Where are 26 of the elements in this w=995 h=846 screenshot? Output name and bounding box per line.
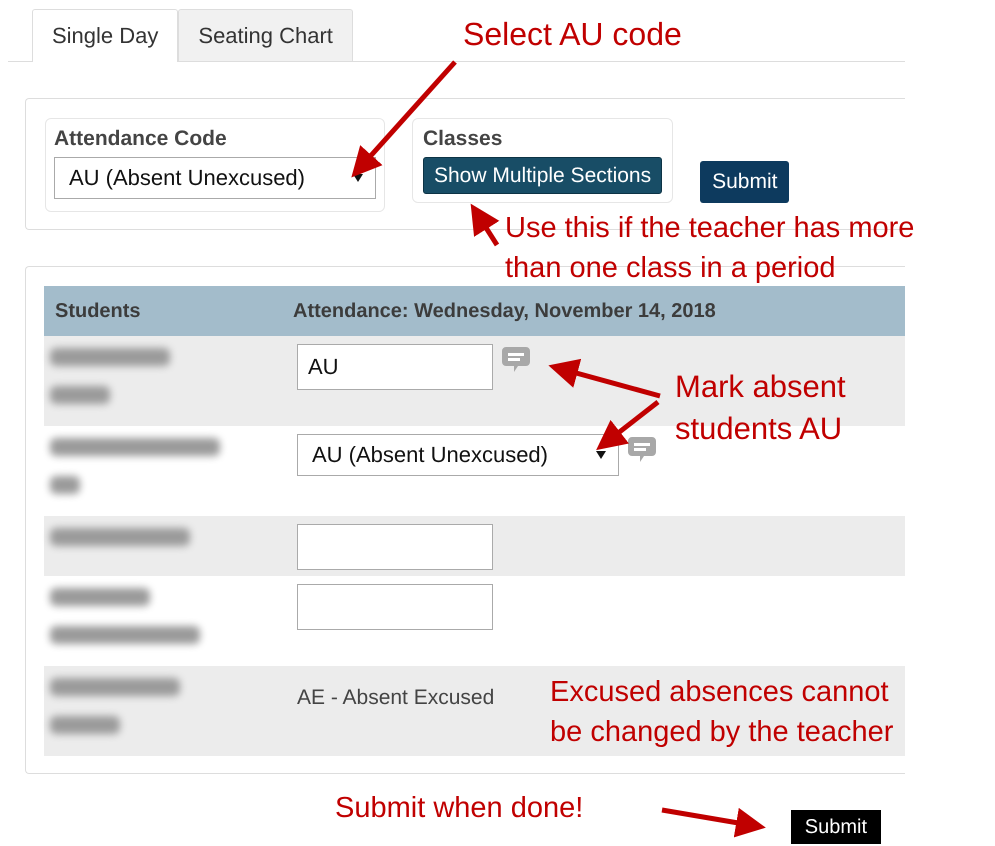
column-header: Attendance: Wednesday, November 14, 2018: [293, 300, 716, 322]
annotation-text: Use this if the teacher has more than one class in a period: [505, 211, 914, 286]
caret-icon: [353, 174, 363, 182]
annotation-text: Submit when done!: [335, 791, 584, 826]
arrow: [470, 204, 500, 246]
arrow: [596, 400, 660, 450]
attendance-input[interactable]: [297, 584, 493, 630]
column-header: Students: [54, 300, 142, 322]
tab[interactable]: Single Day: [32, 9, 178, 62]
tab[interactable]: Seating Chart: [178, 9, 353, 61]
annotation-text: Excused absences cannot be changed by the teacher: [550, 675, 894, 750]
show-sections-button[interactable]: Show Multiple Sections: [423, 157, 662, 194]
field-label: Attendance Code: [54, 127, 228, 151]
attendance-status: AE - Absent Excused: [297, 685, 494, 710]
attendance-input[interactable]: [297, 524, 493, 570]
comment-icon[interactable]: [627, 436, 657, 464]
submit-button[interactable]: Submit: [700, 161, 790, 203]
comment-icon[interactable]: [501, 346, 531, 374]
attendance-input[interactable]: AU: [297, 344, 493, 390]
caret-icon: [596, 451, 606, 459]
attendance-code-select[interactable]: AU (Absent Unexcused): [54, 157, 376, 199]
field-label: Classes: [423, 127, 504, 151]
annotation-text: Mark absent students AU: [675, 368, 846, 448]
attendance-select[interactable]: AU (Absent Unexcused): [297, 434, 619, 476]
submit-button[interactable]: Submit: [790, 810, 881, 844]
annotation-text: Select AU code: [463, 15, 682, 54]
